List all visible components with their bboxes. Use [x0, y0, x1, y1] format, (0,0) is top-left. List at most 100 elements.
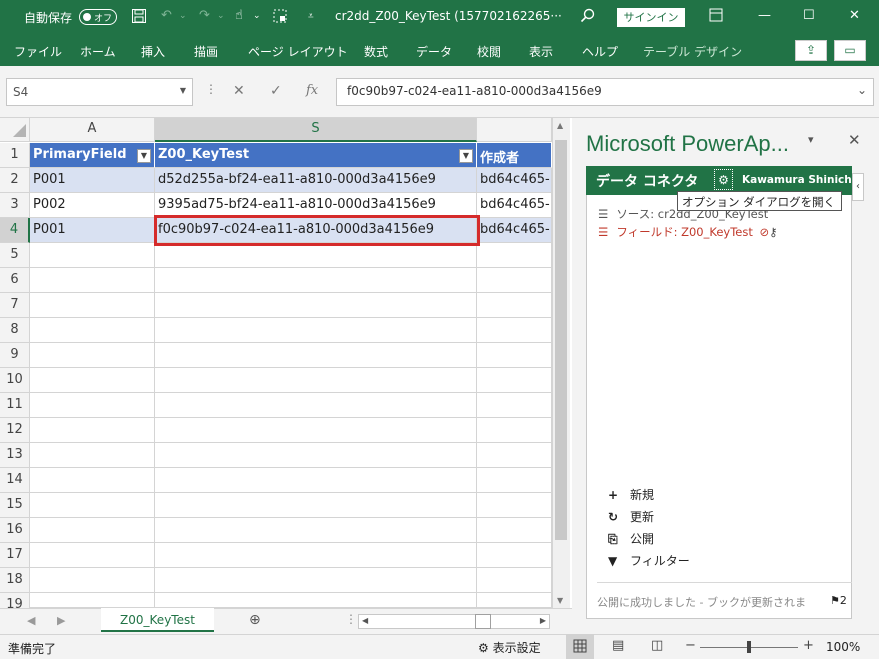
table-cell[interactable]: P002: [30, 193, 155, 218]
name-box-dropdown-icon[interactable]: ▼: [180, 86, 186, 95]
filter-dropdown-icon[interactable]: ▼: [137, 149, 151, 163]
table-cell[interactable]: d52d255a-bf24-ea11-a810-000d3a4156e9: [155, 168, 477, 193]
empty-cell[interactable]: [477, 593, 552, 608]
row-header[interactable]: 13: [0, 443, 30, 468]
empty-cell[interactable]: [30, 443, 155, 468]
insert-function-icon[interactable]: fx: [306, 83, 318, 98]
empty-cell[interactable]: [477, 518, 552, 543]
tab-table-design[interactable]: テーブル デザイン: [643, 43, 742, 60]
row-header[interactable]: 9: [0, 343, 30, 368]
tab-home[interactable]: ホーム: [80, 43, 116, 60]
scroll-left-icon[interactable]: ◀: [362, 616, 368, 625]
add-sheet-icon[interactable]: ⊕: [249, 612, 261, 628]
comments-button[interactable]: ▭: [834, 40, 866, 61]
field-row[interactable]: ☰ フィールド: Z00_KeyTest ⊘⚷: [598, 224, 778, 240]
empty-cell[interactable]: [155, 393, 477, 418]
empty-cell[interactable]: [30, 593, 155, 608]
empty-cell[interactable]: [30, 518, 155, 543]
empty-cell[interactable]: [155, 468, 477, 493]
empty-cell[interactable]: [477, 318, 552, 343]
table-header-cell[interactable]: PrimaryField ▼: [30, 143, 155, 168]
screenshot-icon[interactable]: [272, 8, 288, 28]
tab-draw[interactable]: 描画: [194, 43, 218, 60]
empty-cell[interactable]: [155, 443, 477, 468]
customize-qat-icon[interactable]: ⩡: [308, 11, 314, 22]
minimize-icon[interactable]: —: [758, 8, 771, 23]
empty-cell[interactable]: [30, 468, 155, 493]
scroll-up-icon[interactable]: ▲: [557, 121, 563, 130]
zoom-in-icon[interactable]: +: [803, 638, 814, 653]
row-header[interactable]: 12: [0, 418, 30, 443]
enter-icon[interactable]: ✓: [270, 83, 282, 99]
select-all-corner[interactable]: [0, 118, 30, 142]
page-layout-view-icon[interactable]: ▤: [612, 638, 624, 653]
gear-icon[interactable]: ⚙: [714, 169, 733, 190]
empty-cell[interactable]: [477, 418, 552, 443]
column-header-s[interactable]: S: [155, 118, 477, 142]
empty-cell[interactable]: [30, 368, 155, 393]
empty-cell[interactable]: [30, 568, 155, 593]
zoom-out-icon[interactable]: −: [685, 638, 696, 653]
tab-help[interactable]: ヘルプ: [582, 43, 618, 60]
empty-cell[interactable]: [155, 268, 477, 293]
empty-cell[interactable]: [155, 343, 477, 368]
vertical-scroll-thumb[interactable]: [555, 140, 567, 540]
zoom-level[interactable]: 100%: [826, 640, 860, 654]
empty-cell[interactable]: [155, 593, 477, 608]
autosave-toggle[interactable]: オフ: [79, 9, 117, 25]
share-button[interactable]: ⇪: [795, 40, 827, 61]
tab-file[interactable]: ファイル: [14, 43, 62, 60]
empty-cell[interactable]: [30, 393, 155, 418]
tab-data[interactable]: データ: [416, 43, 452, 60]
pane-collapse-icon[interactable]: ‹: [852, 173, 864, 201]
notification-flag[interactable]: ⚑2: [830, 594, 847, 607]
expand-formula-icon[interactable]: ⌄: [857, 83, 867, 97]
horizontal-scrollbar[interactable]: ◀ ▶: [358, 614, 550, 629]
scroll-down-icon[interactable]: ▼: [557, 596, 563, 605]
name-box[interactable]: S4 ▼: [6, 78, 193, 106]
row-header[interactable]: 18: [0, 568, 30, 593]
tab-insert[interactable]: 挿入: [141, 43, 165, 60]
empty-cell[interactable]: [155, 493, 477, 518]
column-header-a[interactable]: A: [30, 118, 155, 142]
row-header[interactable]: 10: [0, 368, 30, 393]
touch-dropdown-icon[interactable]: ⌄: [253, 11, 261, 21]
empty-cell[interactable]: [155, 368, 477, 393]
formula-input[interactable]: f0c90b97-c024-ea11-a810-000d3a4156e9 ⌄: [336, 78, 874, 106]
row-header[interactable]: 5: [0, 243, 30, 268]
touch-mode-icon[interactable]: ☝: [235, 8, 243, 23]
row-header[interactable]: 7: [0, 293, 30, 318]
undo-dropdown-icon[interactable]: ⌄: [179, 11, 187, 21]
signin-button[interactable]: サインイン: [617, 8, 685, 27]
empty-cell[interactable]: [155, 568, 477, 593]
table-cell[interactable]: bd64c465-: [477, 218, 552, 243]
pane-options-icon[interactable]: ▾: [808, 133, 814, 146]
empty-cell[interactable]: [477, 543, 552, 568]
scroll-right-icon[interactable]: ▶: [540, 616, 546, 625]
table-cell[interactable]: bd64c465-: [477, 193, 552, 218]
empty-cell[interactable]: [477, 268, 552, 293]
empty-cell[interactable]: [155, 518, 477, 543]
maximize-icon[interactable]: ☐: [803, 8, 815, 23]
prev-sheet-icon[interactable]: ◀: [27, 614, 35, 627]
refresh-action[interactable]: ↻ 更新: [608, 508, 654, 525]
pane-close-icon[interactable]: ✕: [848, 131, 861, 149]
empty-cell[interactable]: [155, 293, 477, 318]
empty-cell[interactable]: [30, 343, 155, 368]
filter-action[interactable]: ▼ フィルター: [608, 552, 690, 569]
save-icon[interactable]: [131, 8, 147, 28]
normal-view-button[interactable]: [566, 634, 594, 659]
table-cell[interactable]: bd64c465-: [477, 168, 552, 193]
row-header[interactable]: 3: [0, 193, 30, 218]
row-header[interactable]: 6: [0, 268, 30, 293]
empty-cell[interactable]: [30, 293, 155, 318]
next-sheet-icon[interactable]: ▶: [57, 614, 65, 627]
sheet-divider-icon[interactable]: ⋮: [345, 612, 357, 626]
empty-cell[interactable]: [477, 393, 552, 418]
empty-cell[interactable]: [477, 368, 552, 393]
empty-cell[interactable]: [155, 543, 477, 568]
row-header[interactable]: 8: [0, 318, 30, 343]
sheet-tab-active[interactable]: Z00_KeyTest: [101, 608, 214, 632]
empty-cell[interactable]: [477, 468, 552, 493]
empty-cell[interactable]: [30, 493, 155, 518]
